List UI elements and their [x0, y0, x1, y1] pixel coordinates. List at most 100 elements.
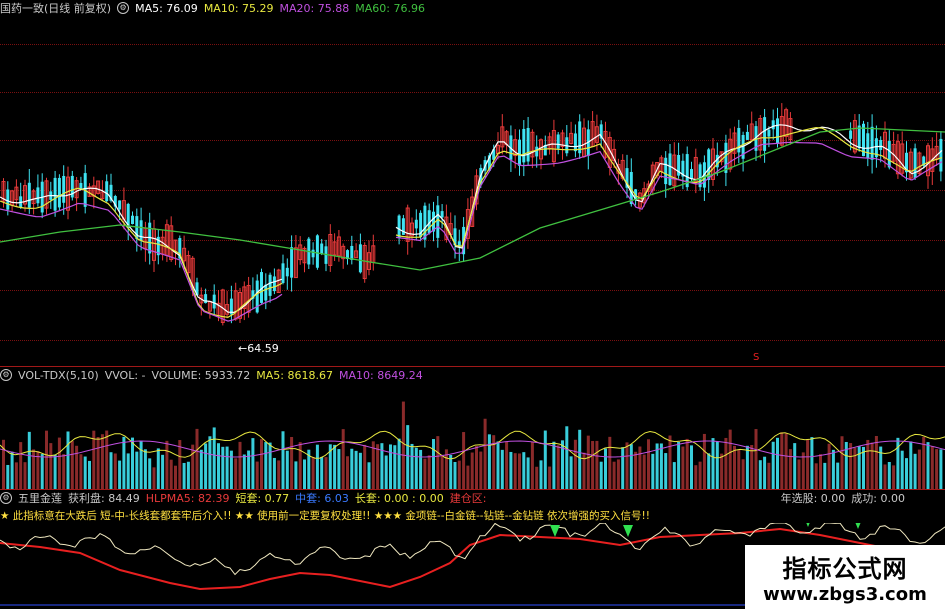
volume-bar — [930, 446, 934, 489]
volume-bar — [457, 460, 461, 489]
volume-bar — [870, 442, 874, 489]
candlestick — [264, 273, 268, 310]
volume-bar — [264, 442, 268, 489]
volume-chart[interactable] — [0, 383, 945, 489]
candlestick — [913, 143, 917, 180]
candlestick — [590, 111, 595, 148]
candlestick — [27, 168, 31, 214]
volume-bar — [96, 437, 100, 489]
volume-bar — [526, 457, 530, 489]
volume-bar — [281, 431, 285, 489]
candlestick — [229, 285, 233, 324]
candlestick — [341, 243, 346, 269]
volume-bar — [440, 454, 444, 489]
candlestick — [749, 111, 754, 141]
watermark-url: www.zbgs3.com — [763, 584, 927, 605]
volume-bar — [866, 439, 870, 489]
candlestick — [788, 112, 793, 145]
candlestick — [260, 268, 263, 304]
volume-bar — [303, 459, 306, 489]
volume-bar — [45, 430, 48, 489]
volume-bar — [311, 457, 315, 489]
candlestick — [582, 118, 586, 158]
volume-bar — [638, 446, 642, 489]
candlestick — [522, 120, 526, 177]
volume-bar — [836, 462, 840, 489]
candlestick — [668, 143, 672, 186]
sell-signal-marker: S — [753, 352, 760, 363]
candlestick — [754, 120, 758, 161]
volume-bar — [685, 438, 689, 489]
volume-bar — [139, 440, 143, 489]
settings-circle-icon[interactable]: ⚙ — [0, 369, 12, 381]
volume-bar — [505, 441, 509, 489]
candlestick — [320, 238, 324, 256]
volume-bar — [238, 441, 242, 489]
volume-bar — [143, 449, 147, 489]
volume-bar — [479, 451, 483, 489]
volume-bar — [208, 436, 212, 489]
candlestick — [724, 134, 728, 187]
candlestick — [23, 179, 27, 212]
volume-bar — [242, 454, 246, 489]
ma60-label: MA60: 76.96 — [355, 1, 425, 15]
volume-bar — [853, 447, 857, 489]
volume-bar — [320, 456, 324, 489]
volume-bar — [131, 437, 134, 489]
settings-circle-icon[interactable]: ⚙ — [0, 492, 12, 504]
volume-bar — [126, 453, 130, 489]
candlestick — [891, 131, 896, 164]
candlestick — [693, 148, 698, 194]
stock-title[interactable]: 国药一致(日线 前复权) — [0, 0, 111, 16]
volume-bar — [75, 445, 79, 489]
volume-bar — [406, 425, 410, 489]
candlestick — [504, 129, 509, 154]
volume-bar — [840, 436, 844, 489]
volume-bar — [595, 440, 599, 489]
volume-bar — [337, 449, 341, 489]
candlestick — [315, 234, 319, 270]
volume-bar — [225, 446, 229, 489]
candlestick — [440, 204, 444, 229]
candlestick — [900, 131, 905, 177]
candlestick — [62, 165, 66, 215]
volume-bar — [909, 441, 913, 489]
volume-bar — [784, 433, 788, 489]
volume-bar — [913, 453, 917, 489]
vol-title[interactable]: VOL-TDX(5,10) — [18, 369, 99, 382]
volume-bar — [530, 441, 534, 489]
volume-bar — [260, 439, 263, 489]
volume-bar — [556, 445, 560, 489]
candlestick — [414, 209, 418, 241]
volume-bar — [690, 445, 693, 489]
buy-signal-icon — [855, 523, 861, 529]
candlestick — [281, 254, 285, 285]
candlestick — [934, 132, 939, 166]
indicator-title[interactable]: 五里金莲 — [18, 490, 62, 506]
volume-bar — [573, 439, 577, 489]
candlestick — [233, 282, 238, 321]
candlestick-chart[interactable] — [0, 16, 945, 366]
volume-bar — [926, 442, 930, 489]
volume-bar — [548, 466, 552, 489]
volume-bar — [599, 461, 603, 489]
volume-bar — [634, 451, 638, 489]
volume-bar — [79, 454, 83, 489]
candlestick — [70, 170, 74, 201]
volume-bar — [122, 436, 126, 489]
volume-bar — [827, 443, 831, 489]
volume-bar — [401, 401, 405, 489]
volume-bar — [892, 465, 896, 489]
settings-circle-icon[interactable]: ⚙ — [117, 2, 130, 14]
candlestick — [526, 116, 530, 166]
volume-bar — [518, 453, 521, 489]
volume-bar — [354, 450, 358, 489]
volume-bar — [333, 444, 337, 489]
volume-bar — [212, 427, 216, 489]
candlestick — [293, 235, 298, 279]
candlestick — [625, 154, 629, 199]
vol-ma10-label: MA10: 8649.24 — [339, 368, 423, 382]
candlestick — [225, 291, 230, 319]
candlestick — [332, 233, 337, 261]
volume-bar — [698, 461, 702, 489]
